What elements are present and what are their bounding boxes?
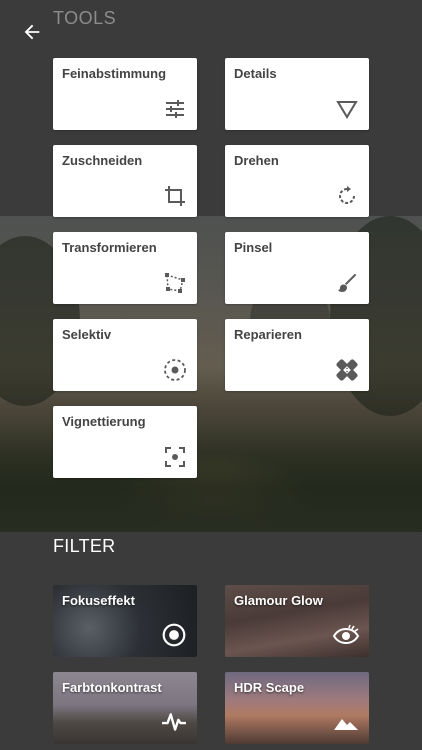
filter-card-hdr-scape[interactable]: HDR Scape [225, 672, 369, 744]
mountains-icon [332, 708, 360, 736]
healing-bandage-icon [334, 357, 360, 383]
sliders-icon [162, 96, 188, 122]
tool-label: Feinabstimmung [62, 66, 167, 81]
filter-label: Fokuseffekt [62, 593, 135, 608]
tool-card-selektiv[interactable]: Selektiv [53, 319, 197, 391]
tool-card-details[interactable]: Details [225, 58, 369, 130]
tool-card-pinsel[interactable]: Pinsel [225, 232, 369, 304]
back-button[interactable] [16, 16, 48, 48]
tool-card-transformieren[interactable]: Transformieren [53, 232, 197, 304]
tool-card-reparieren[interactable]: Reparieren [225, 319, 369, 391]
filter-label: Glamour Glow [234, 593, 323, 608]
section-title-tools: TOOLS [53, 8, 117, 28]
filter-label: HDR Scape [234, 680, 305, 695]
vignette-focus-icon [162, 444, 188, 470]
tool-label: Drehen [234, 153, 279, 168]
tool-label: Zuschneiden [62, 153, 143, 168]
arrow-left-icon [24, 24, 40, 40]
tool-label: Vignettierung [62, 414, 146, 429]
rotate-icon [334, 183, 360, 209]
filter-card-farbtonkontrast[interactable]: Farbtonkontrast [53, 672, 197, 744]
filter-label: Farbtonkontrast [62, 680, 162, 695]
triangle-down-icon [334, 96, 360, 122]
tool-label: Pinsel [234, 240, 273, 255]
section-title-filter: FILTER [53, 536, 116, 556]
tools-screen: TOOLS Feinabstimmung Details Zuschneiden [0, 0, 422, 750]
focus-circle-icon [160, 621, 188, 649]
selective-target-icon [162, 357, 188, 383]
filter-card-glamour-glow[interactable]: Glamour Glow [225, 585, 369, 657]
tool-label: Selektiv [62, 327, 112, 342]
brush-icon [334, 270, 360, 296]
tool-label: Reparieren [234, 327, 302, 342]
pulse-icon [160, 708, 188, 736]
filter-card-fokuseffekt[interactable]: Fokuseffekt [53, 585, 197, 657]
tool-label: Details [234, 66, 277, 81]
eye-icon [332, 621, 360, 649]
tool-label: Transformieren [62, 240, 157, 255]
transform-icon [162, 270, 188, 296]
tool-card-drehen[interactable]: Drehen [225, 145, 369, 217]
tool-card-zuschneiden[interactable]: Zuschneiden [53, 145, 197, 217]
crop-icon [162, 183, 188, 209]
tool-card-vignettierung[interactable]: Vignettierung [53, 406, 197, 478]
tool-card-feinabstimmung[interactable]: Feinabstimmung [53, 58, 197, 130]
